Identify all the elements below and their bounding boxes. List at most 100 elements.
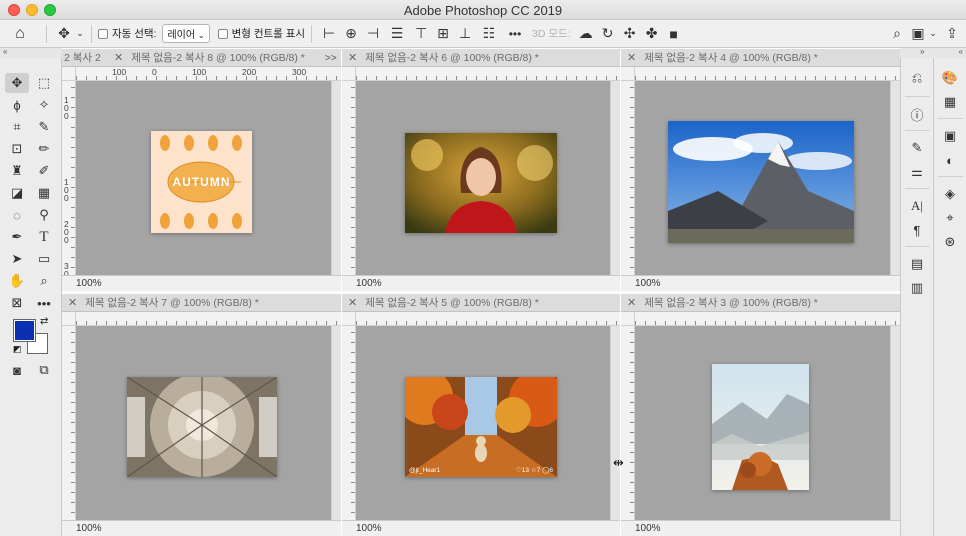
eraser-tool-icon[interactable]: ◪ bbox=[5, 183, 29, 203]
ruler-origin[interactable] bbox=[621, 312, 635, 326]
stamp-tool-icon[interactable]: ♜ bbox=[5, 161, 29, 181]
move-tool-icon[interactable]: ✥ bbox=[5, 73, 29, 93]
pen-tool-icon[interactable]: ✒ bbox=[5, 227, 29, 247]
home-icon[interactable]: ⌂ bbox=[0, 25, 40, 43]
properties-icon[interactable]: ▤ bbox=[905, 254, 929, 274]
align-bottom-icon[interactable]: ⊥ bbox=[454, 25, 476, 42]
rectangle-tool-icon[interactable]: ▭ bbox=[32, 249, 56, 269]
close-tab-icon[interactable]: ✕ bbox=[68, 296, 77, 309]
type-tool-icon[interactable]: T bbox=[32, 227, 56, 247]
chevron-down-icon[interactable]: ⌄ bbox=[928, 28, 938, 39]
document-tab[interactable]: ✕ 제목 없음-2 복사 8 @ 100% (RGB/8) * bbox=[108, 49, 341, 67]
document-tab[interactable]: ✕ 제목 없음-2 복사 4 @ 100% (RGB/8) * bbox=[621, 49, 900, 67]
close-tab-icon[interactable]: ✕ bbox=[627, 51, 636, 64]
magic-wand-tool-icon[interactable]: ✧ bbox=[32, 95, 56, 115]
distribute-v-icon[interactable]: ☷ bbox=[476, 25, 502, 42]
vertical-scrollbar[interactable] bbox=[610, 326, 620, 520]
workspace-icon[interactable]: ▣ bbox=[908, 25, 928, 42]
document-tab[interactable]: ✕ 제목 없음-2 복사 6 @ 100% (RGB/8) * bbox=[342, 49, 620, 67]
document-window[interactable]: ✕ 제목 없음-2 복사 7 @ 100% (RGB/8) * 100% bbox=[62, 294, 341, 536]
ruler-origin[interactable] bbox=[342, 312, 356, 326]
default-colors-icon[interactable]: ◩ bbox=[13, 344, 22, 355]
history-brush-tool-icon[interactable]: ✐ bbox=[32, 161, 56, 181]
frame-tool-icon[interactable]: ⊠ bbox=[5, 293, 29, 313]
document-tab[interactable]: ✕ 제목 없음-2 복사 5 @ 100% (RGB/8) * bbox=[342, 294, 620, 312]
document-window[interactable]: ✕ 제목 없음-2 복사 6 @ 100% (RGB/8) * 100% bbox=[342, 49, 620, 291]
gradient-tool-icon[interactable]: ▦ bbox=[32, 183, 56, 203]
layers-icon[interactable]: ◈ bbox=[938, 184, 962, 204]
info-icon[interactable]: ⓘ bbox=[905, 104, 929, 124]
more-options-icon[interactable]: ••• bbox=[502, 27, 528, 41]
hand-tool-icon[interactable]: ✋ bbox=[5, 271, 29, 291]
chevron-down-icon[interactable]: ⌄ bbox=[75, 28, 85, 39]
zoom-level[interactable]: 100% bbox=[635, 278, 661, 289]
zoom-level[interactable]: 100% bbox=[356, 278, 382, 289]
document-tab[interactable]: ✕ 제목 없음-2 복사 3 @ 100% (RGB/8) * bbox=[621, 294, 900, 312]
zoom-level[interactable]: 100% bbox=[76, 278, 102, 289]
document-tab[interactable]: ✕ 제목 없음-2 복사 7 @ 100% (RGB/8) * bbox=[62, 294, 341, 312]
close-tab-icon[interactable]: ✕ bbox=[348, 296, 357, 309]
eyedropper-tool-icon[interactable]: ✎ bbox=[32, 117, 56, 137]
adjustments-icon[interactable]: ◐ bbox=[938, 150, 962, 170]
distribute-h-icon[interactable]: ☰ bbox=[384, 25, 410, 42]
brush-settings-icon[interactable]: ✎ bbox=[905, 138, 929, 158]
ruler-origin[interactable] bbox=[342, 67, 356, 81]
swap-colors-icon[interactable]: ⇄ bbox=[40, 316, 48, 327]
ruler-origin[interactable] bbox=[62, 67, 76, 81]
channels-icon[interactable]: ⊛ bbox=[938, 232, 962, 252]
move-tool-preset-icon[interactable]: ✥ bbox=[53, 25, 75, 42]
libraries-icon[interactable]: ▣ bbox=[938, 126, 962, 146]
align-middle-v-icon[interactable]: ⊞ bbox=[432, 25, 454, 42]
blur-tool-icon[interactable]: ◌ bbox=[5, 205, 29, 225]
ruler-origin[interactable] bbox=[621, 67, 635, 81]
zoom-level[interactable]: 100% bbox=[635, 523, 661, 534]
align-center-h-icon[interactable]: ⊕ bbox=[340, 25, 362, 42]
brush-tool-icon[interactable]: ✏ bbox=[32, 139, 56, 159]
notes-icon[interactable]: ▥ bbox=[905, 278, 929, 298]
zoom-tool-icon[interactable]: ⌕ bbox=[32, 271, 56, 291]
swatches-icon[interactable]: ▦ bbox=[938, 92, 962, 112]
paragraph-icon[interactable]: ¶ bbox=[905, 220, 929, 240]
share-icon[interactable]: ⇪ bbox=[938, 25, 966, 42]
document-window[interactable]: ✕ 제목 없음-2 복사 4 @ 100% (RGB/8) * 100% bbox=[621, 49, 900, 291]
healing-brush-tool-icon[interactable]: ⊡ bbox=[5, 139, 29, 159]
path-selection-tool-icon[interactable]: ➤ bbox=[5, 249, 29, 269]
character-icon[interactable]: A| bbox=[905, 196, 929, 216]
ruler-origin[interactable] bbox=[62, 312, 76, 326]
adjust-sliders-icon[interactable]: ⚌ bbox=[905, 162, 929, 182]
lasso-tool-icon[interactable]: ϕ bbox=[5, 95, 29, 115]
dodge-tool-icon[interactable]: ⚲ bbox=[32, 205, 56, 225]
color-icon[interactable]: 🎨 bbox=[938, 68, 962, 88]
zoom-level[interactable]: 100% bbox=[76, 523, 102, 534]
auto-select-dropdown[interactable]: 레이어 ⌄ bbox=[162, 24, 210, 43]
align-left-icon[interactable]: ⊢ bbox=[318, 25, 340, 42]
document-window[interactable]: ✕ 제목 없음-2 복사 3 @ 100% (RGB/8) * 100% bbox=[621, 294, 900, 536]
history-icon[interactable]: ⎌ bbox=[905, 68, 929, 88]
align-right-icon[interactable]: ⊣ bbox=[362, 25, 384, 42]
toolbar-collapse-strip[interactable]: « bbox=[0, 47, 62, 58]
crop-tool-icon[interactable]: ⌗ bbox=[5, 117, 29, 137]
more-tools-icon[interactable]: ••• bbox=[32, 293, 56, 313]
panel-collapse-strip[interactable]: » « bbox=[900, 47, 966, 58]
quick-mask-icon[interactable]: ◙ bbox=[5, 360, 29, 380]
paths-icon[interactable]: ⌖ bbox=[938, 208, 962, 228]
vertical-scrollbar[interactable] bbox=[890, 326, 900, 520]
close-tab-icon[interactable]: ✕ bbox=[348, 51, 357, 64]
auto-select-checkbox[interactable] bbox=[98, 28, 108, 39]
document-window[interactable]: ✕ 제목 없음-2 복사 5 @ 100% (RGB/8) * @jt_Hear… bbox=[342, 294, 620, 536]
tab-overflow-button[interactable]: >> bbox=[325, 53, 341, 64]
search-icon[interactable]: ⌕ bbox=[886, 25, 908, 42]
marquee-tool-icon[interactable]: ⬚ bbox=[32, 73, 56, 93]
align-top-icon[interactable]: ⊤ bbox=[410, 25, 432, 42]
vertical-scrollbar[interactable] bbox=[890, 81, 900, 275]
document-window[interactable]: 2 복사 2 ✕ 제목 없음-2 복사 8 @ 100% (RGB/8) * 1… bbox=[62, 49, 341, 291]
close-tab-icon[interactable]: ✕ bbox=[114, 51, 123, 64]
zoom-level[interactable]: 100% bbox=[356, 523, 382, 534]
close-tab-icon[interactable]: ✕ bbox=[627, 296, 636, 309]
screen-mode-icon[interactable]: ⧉ bbox=[32, 360, 56, 380]
vertical-scrollbar[interactable] bbox=[331, 326, 341, 520]
foreground-color-swatch[interactable] bbox=[13, 319, 36, 342]
vertical-scrollbar[interactable] bbox=[331, 81, 341, 275]
vertical-scrollbar[interactable] bbox=[610, 81, 620, 275]
transform-controls-checkbox[interactable] bbox=[217, 28, 228, 39]
